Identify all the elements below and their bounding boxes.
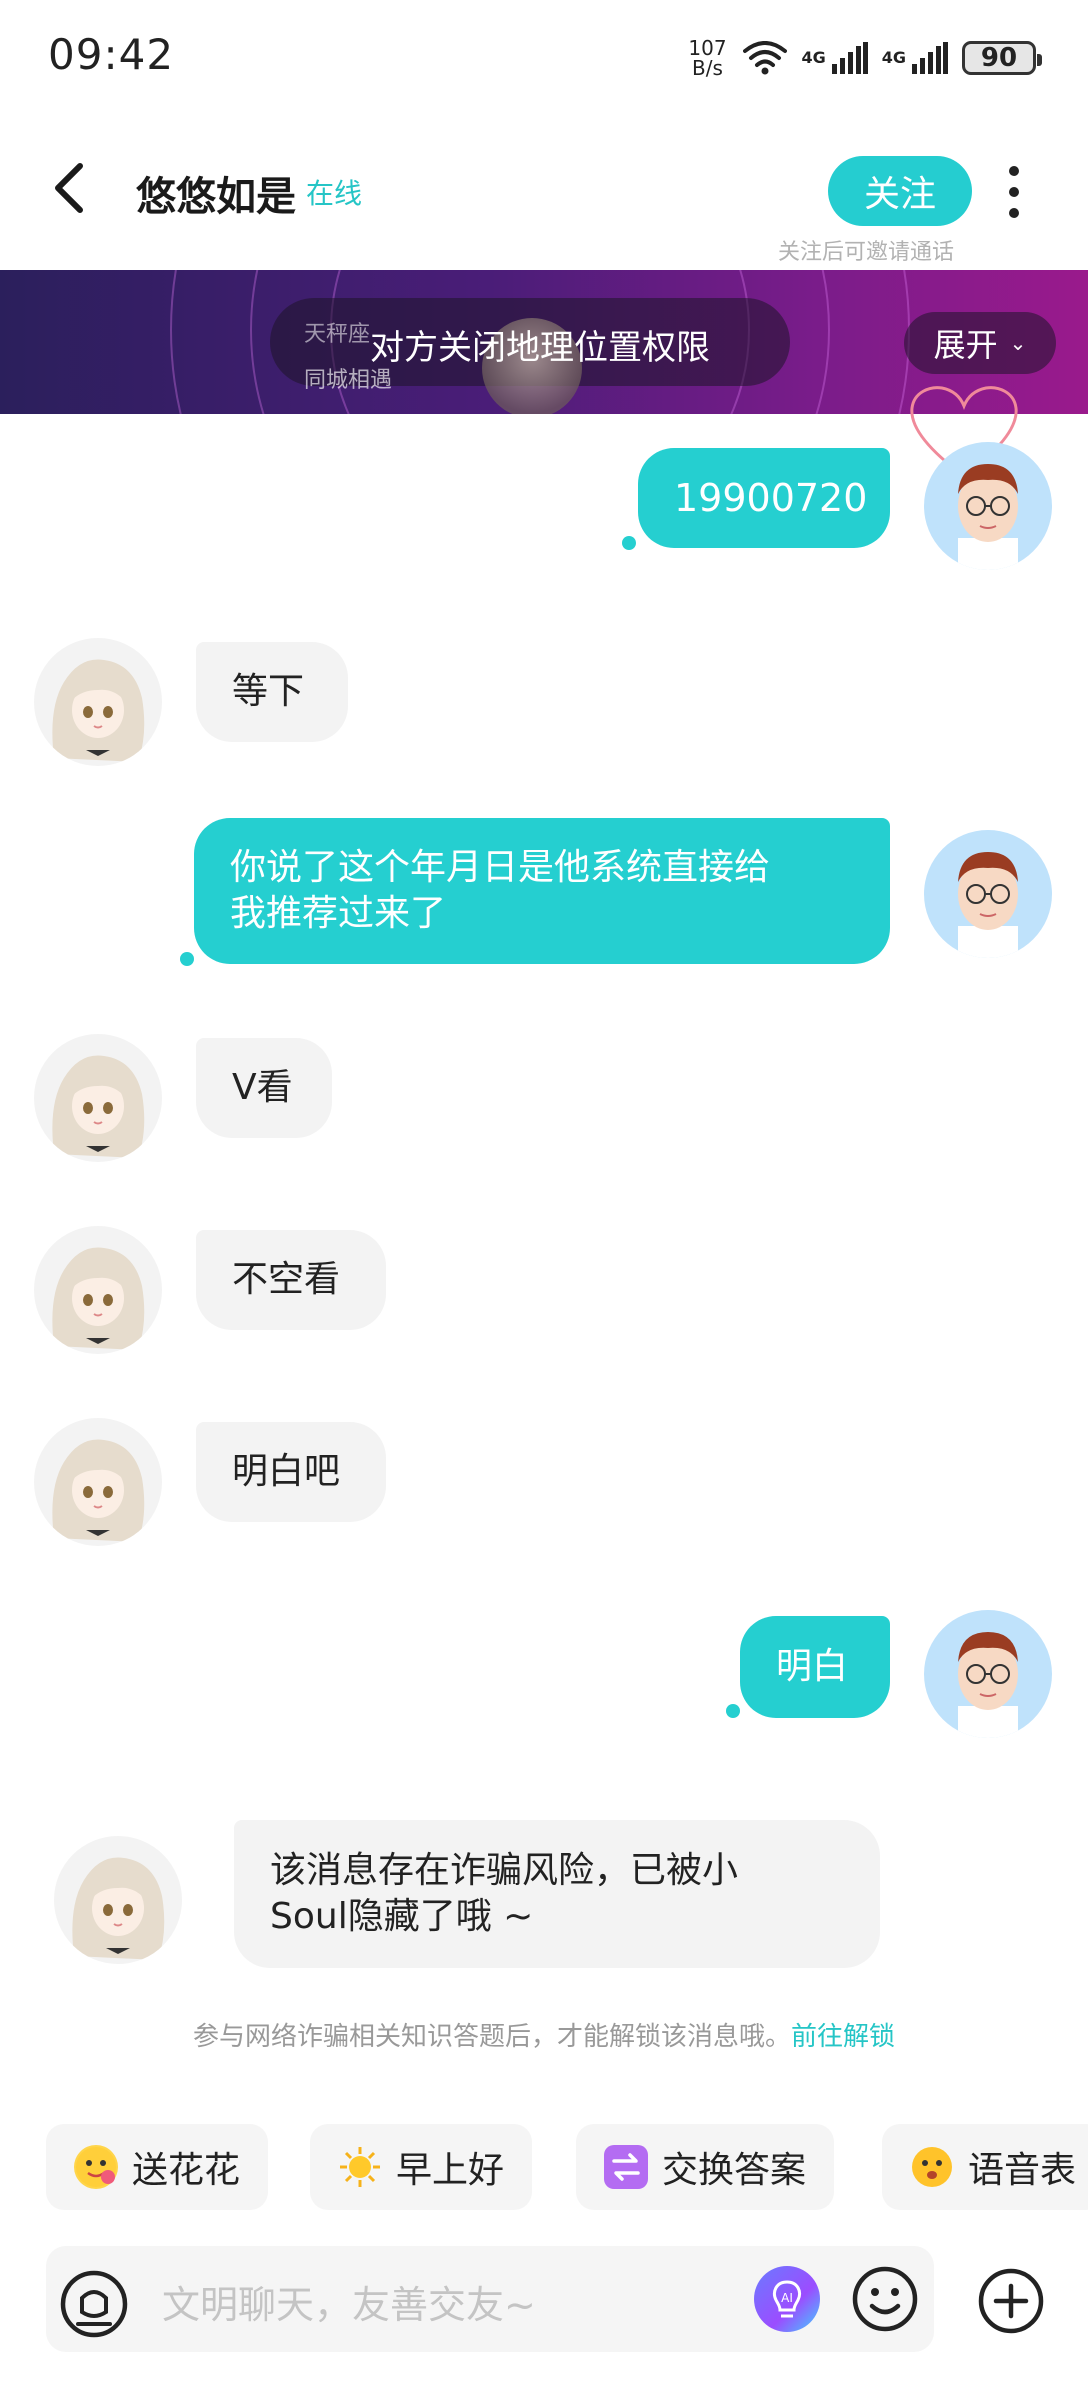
avatar-image (72, 1857, 165, 1960)
contact-name[interactable]: 悠悠如是 (136, 164, 296, 222)
battery-indicator: 90 (962, 41, 1042, 75)
quick-reply-swap-answers[interactable]: 交换答案 (576, 2124, 835, 2210)
message-bubble-received[interactable]: 不空看 (196, 1230, 386, 1330)
message-text-line: 你说了这个年月日是他系统直接给 (230, 847, 771, 888)
quick-reply-send-flower[interactable]: 送花花 (46, 2124, 269, 2210)
back-button[interactable] (40, 160, 96, 216)
ai-assistant-icon[interactable]: AI (754, 2266, 820, 2332)
avatar-image (52, 659, 145, 762)
emoji-icon[interactable] (850, 2264, 920, 2334)
avatar-image (958, 464, 1018, 570)
svg-text:AI: AI (781, 2291, 793, 2305)
flower-emoji-icon (74, 2145, 118, 2189)
online-status: 在线 (306, 177, 363, 210)
dot-icon (1009, 187, 1019, 197)
message-bubble-sent[interactable]: 19900720 (638, 448, 890, 548)
wifi-icon (743, 41, 788, 75)
signal-bars-icon (912, 42, 948, 74)
chat-header: 悠悠如是 在线 关注 关注后可邀请通话 (0, 116, 1088, 272)
plus-icon[interactable] (976, 2266, 1046, 2336)
follow-hint: 关注后可邀请通话 (778, 240, 955, 265)
fraud-notice-text: 参与网络诈骗相关知识答题后，才能解锁该消息哦。 (192, 2022, 791, 2052)
quick-reply-label: 语音表 (968, 2150, 1077, 2191)
back-arrow-icon (55, 163, 83, 213)
unlock-link[interactable]: 前往解锁 (791, 2022, 895, 2052)
read-indicator (180, 952, 194, 966)
status-indicators: 107 B/s 4G 4G 90 (685, 34, 1042, 82)
signal-sim2: 4G (882, 42, 948, 74)
status-time: 09:42 (48, 30, 175, 79)
status-bar: 09:42 107 B/s 4G 4G 90 (0, 0, 1088, 116)
read-indicator (726, 1704, 740, 1718)
my-avatar[interactable] (924, 830, 1052, 958)
dot-icon (1009, 208, 1019, 218)
avatar-image (958, 852, 1018, 958)
expand-label: 展开 (933, 326, 998, 364)
read-indicator (622, 536, 636, 550)
avatar-image (52, 1055, 145, 1158)
voice-emoji-icon (910, 2145, 954, 2189)
avatar-image (958, 1632, 1018, 1738)
my-avatar[interactable] (924, 442, 1052, 570)
chevron-down-icon: ⌄ (1009, 331, 1027, 355)
avatar-image (52, 1247, 145, 1350)
location-permission-text: 对方关闭地理位置权限 (370, 328, 710, 368)
net-speed: 107 B/s (685, 38, 729, 78)
signal-bars-icon (831, 42, 868, 74)
contact-avatar[interactable] (54, 1836, 182, 1964)
at-mention-icon[interactable] (58, 2268, 130, 2340)
more-options-button[interactable] (994, 160, 1034, 224)
hidden-message-warning[interactable]: 该消息存在诈骗风险，已被小 Soul隐藏了哦 ~ (234, 1820, 880, 1968)
message-text-line: 该消息存在诈骗风险，已被小 (270, 1850, 739, 1891)
expand-button[interactable]: 展开 ⌄ (904, 312, 1056, 374)
message-bubble-received[interactable]: V看 (196, 1038, 332, 1138)
quick-reply-label: 交换答案 (662, 2150, 807, 2191)
sun-icon (338, 2145, 382, 2189)
message-text-line: 我推荐过来了 (230, 893, 447, 934)
message-bubble-sent[interactable]: 明白 (740, 1616, 890, 1718)
follow-button[interactable]: 关注 (828, 156, 972, 226)
signal-sim1: 4G (801, 42, 868, 74)
sim2-label: 4G (881, 48, 906, 67)
dot-icon (1009, 166, 1019, 176)
quick-reply-label: 送花花 (132, 2150, 241, 2191)
message-bubble-received[interactable]: 等下 (196, 642, 348, 742)
my-avatar[interactable] (924, 1610, 1052, 1738)
quick-reply-good-morning[interactable]: 早上好 (310, 2124, 533, 2210)
contact-avatar[interactable] (34, 1418, 162, 1546)
message-bubble-sent[interactable]: 你说了这个年月日是他系统直接给 我推荐过来了 (194, 818, 890, 964)
quick-reply-label: 早上好 (396, 2150, 505, 2191)
message-input-placeholder[interactable]: 文明聊天，友善交友~ (162, 2274, 536, 2329)
contact-avatar[interactable] (34, 1226, 162, 1354)
net-speed-unit: B/s (692, 56, 723, 80)
message-bubble-received[interactable]: 明白吧 (196, 1422, 386, 1522)
net-speed-value: 107 (688, 36, 727, 60)
fraud-notice: 参与网络诈骗相关知识答题后，才能解锁该消息哦。前往解锁 (0, 2016, 1088, 2053)
swap-icon (604, 2145, 648, 2189)
zodiac-label: 天秤座 (304, 322, 371, 347)
message-text-line: Soul隐藏了哦 ~ (270, 1896, 534, 1937)
sim1-label: 4G (801, 48, 826, 67)
quick-reply-voice[interactable]: 语音表 (882, 2124, 1088, 2210)
contact-avatar[interactable] (34, 638, 162, 766)
avatar-image (52, 1439, 145, 1542)
contact-avatar[interactable] (34, 1034, 162, 1162)
